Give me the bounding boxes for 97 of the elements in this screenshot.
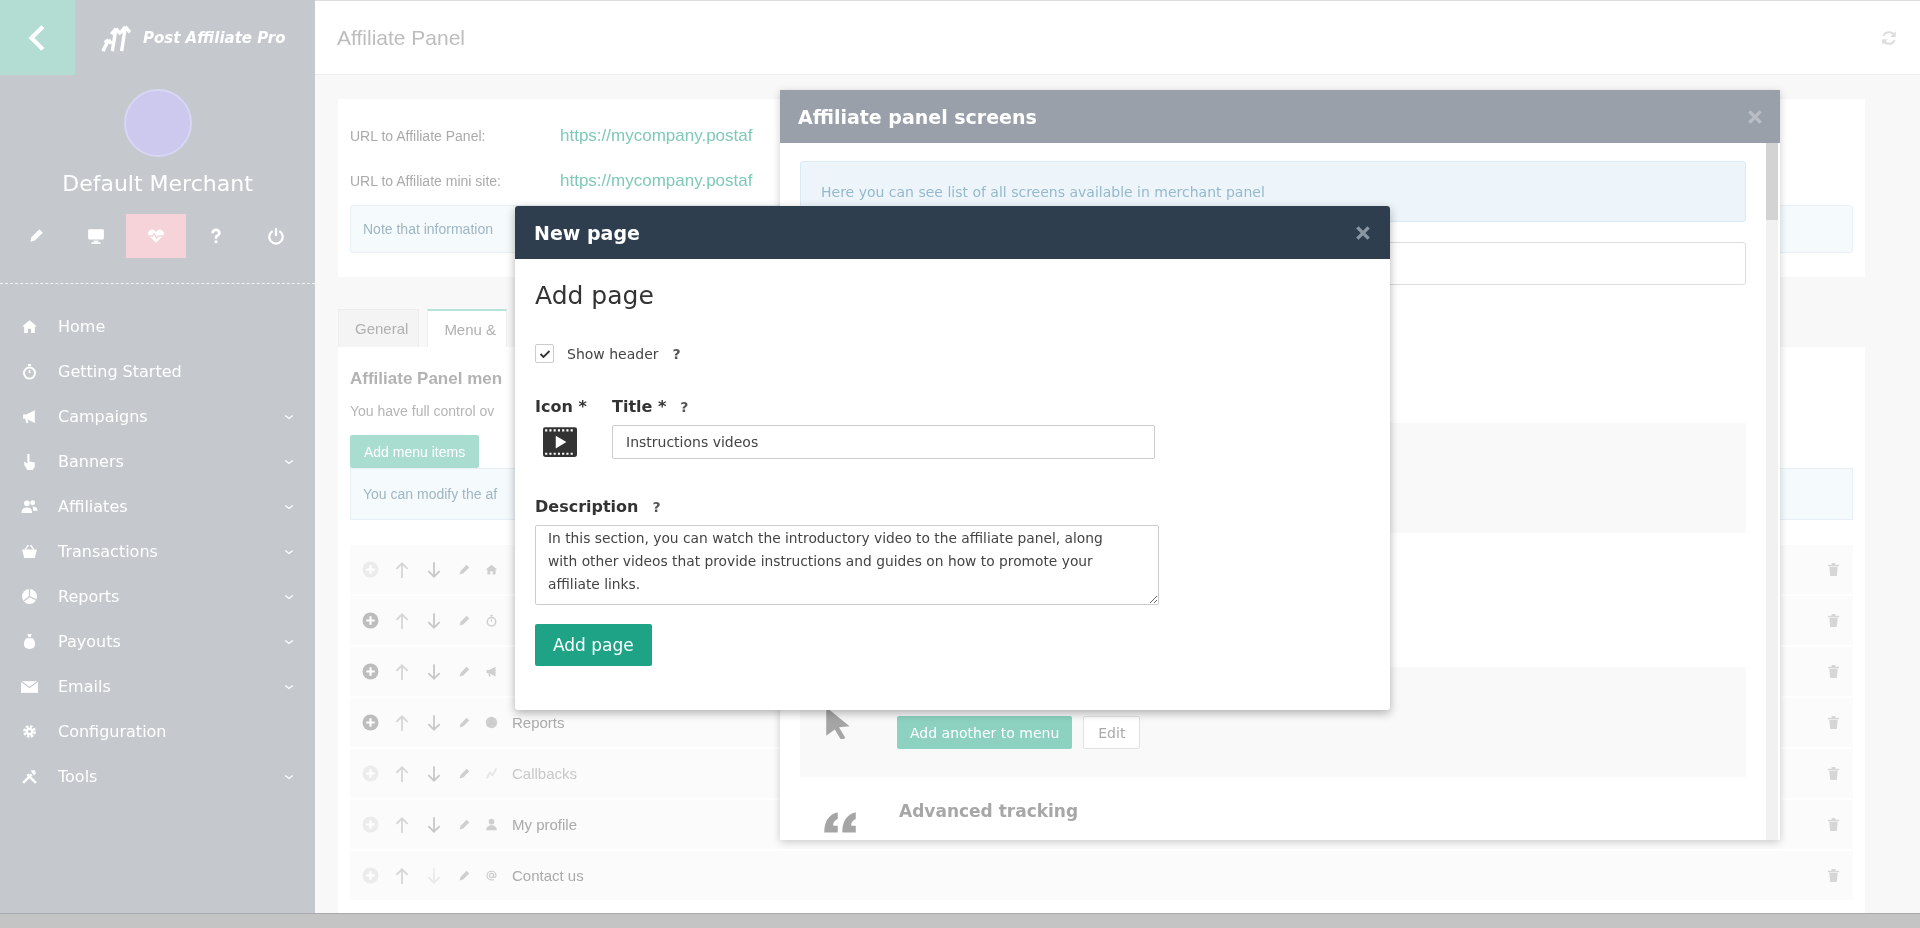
brand-name: Post Affiliate Pro [143, 28, 286, 47]
trash-icon[interactable] [1826, 613, 1841, 628]
up-arrow-icon[interactable] [393, 611, 411, 630]
user-name: Default Merchant [61, 171, 254, 196]
description-textarea[interactable]: In this section, you can watch the introductory video to the affiliate panel, along with other videos that provide instructions and guides on how to promote your affiliate links. [535, 525, 1159, 605]
url-link[interactable]: https://mycompany.postaf [560, 170, 753, 191]
dialog-title: Affiliate panel screens [798, 105, 1037, 128]
settings-icon [21, 723, 38, 740]
up-arrow-icon[interactable] [393, 713, 411, 732]
sidebar-item[interactable]: Tools [0, 754, 315, 799]
sidebar-item[interactable]: Configuration [0, 709, 315, 754]
menu-row-label: Contact us [512, 867, 584, 884]
trash-icon[interactable] [1826, 664, 1841, 679]
edit-icon[interactable] [457, 817, 471, 832]
edit-icon[interactable] [457, 613, 471, 628]
sidebar-item[interactable]: Reports [0, 574, 315, 619]
down-arrow-icon[interactable] [425, 713, 443, 732]
sidebar-item[interactable]: Affiliates [0, 484, 315, 529]
url-link[interactable]: https://mycompany.postaf [560, 125, 753, 146]
add-icon[interactable] [362, 663, 379, 680]
stopwatch-icon [21, 363, 38, 380]
money-bag-icon [21, 633, 38, 650]
sidebar-item[interactable]: Payouts [0, 619, 315, 664]
heartbeat-button[interactable] [126, 214, 186, 258]
tab[interactable]: Menu & [427, 309, 508, 347]
add-icon[interactable] [362, 612, 379, 629]
edit-icon [27, 227, 45, 245]
field-label: URL to Affiliate Panel: [350, 127, 487, 144]
sidebar-item[interactable]: Getting Started [0, 349, 315, 394]
vertical-scrollbar[interactable] [1766, 143, 1778, 840]
edit-icon[interactable] [457, 868, 471, 883]
tools-icon [21, 768, 38, 785]
close-icon[interactable] [1354, 223, 1372, 242]
dialog-title: New page [534, 221, 640, 244]
add-menu-items-button[interactable]: Add menu items [350, 435, 480, 468]
up-arrow-icon[interactable] [393, 662, 411, 681]
horizontal-scrollbar[interactable] [0, 913, 1920, 928]
section-heading: Affiliate Panel men [350, 369, 503, 389]
down-arrow-icon[interactable] [425, 662, 443, 681]
trash-icon[interactable] [1826, 766, 1841, 781]
pointing-hand-icon [21, 453, 38, 470]
sidebar-item[interactable]: Banners [0, 439, 315, 484]
sidebar-item[interactable]: Transactions [0, 529, 315, 574]
info-text: Here you can see list of all screens available in merchant panel [821, 183, 1265, 200]
section-description: You have full control ov [350, 403, 495, 419]
trash-icon[interactable] [1826, 868, 1841, 883]
down-arrow-icon[interactable] [425, 815, 443, 834]
down-arrow-icon[interactable] [425, 560, 443, 579]
envelope-icon [21, 678, 38, 695]
back-button[interactable] [0, 0, 75, 75]
checkbox-label: Show header [567, 345, 659, 362]
field-label: Description [535, 497, 639, 516]
add-page-button[interactable]: Add page [535, 624, 652, 666]
power-icon [267, 227, 285, 245]
trash-icon[interactable] [1826, 715, 1841, 730]
field-label: Title * [612, 397, 667, 416]
trash-icon[interactable] [1826, 562, 1841, 577]
tab[interactable]: General [338, 309, 420, 347]
refresh-icon[interactable] [1880, 28, 1898, 47]
basket-icon [21, 543, 38, 560]
up-arrow-icon[interactable] [393, 815, 411, 834]
field-label: URL to Affiliate mini site: [350, 172, 502, 189]
sidebar-item[interactable]: Campaigns [0, 394, 315, 439]
edit-icon[interactable] [457, 664, 471, 679]
note-text: Note that information [363, 221, 493, 237]
field-label: Icon * [535, 397, 588, 416]
page-title: Affiliate Panel [337, 25, 466, 50]
sidebar-item[interactable]: Home [0, 304, 315, 349]
down-arrow-icon[interactable] [425, 611, 443, 630]
up-arrow-icon[interactable] [393, 560, 411, 579]
help-icon[interactable]: ? [680, 398, 689, 415]
edit-button[interactable]: Edit [1083, 716, 1141, 749]
info-text: You can modify the af [363, 486, 498, 502]
home-icon [21, 318, 38, 335]
show-header-checkbox[interactable] [535, 344, 554, 363]
form-heading: Add page [535, 281, 655, 310]
add-icon[interactable] [362, 714, 379, 731]
edit-icon[interactable] [457, 715, 471, 730]
edit-icon[interactable] [457, 766, 471, 781]
edit-icon[interactable] [457, 562, 471, 577]
film-play-icon[interactable] [543, 425, 577, 459]
sidebar-item[interactable]: Emails [0, 664, 315, 709]
heartbeat-icon [147, 227, 165, 245]
title-input[interactable]: Instructions videos [612, 425, 1155, 459]
up-arrow-icon[interactable] [393, 764, 411, 783]
up-arrow-icon[interactable] [393, 866, 411, 885]
monitor-icon [87, 227, 105, 245]
add-to-menu-button[interactable]: Add another to menu [897, 716, 1073, 749]
screen-heading: Advanced tracking [899, 801, 1079, 821]
users-icon [21, 498, 38, 515]
help-icon[interactable]: ? [672, 345, 681, 362]
pie-chart-icon [21, 588, 38, 605]
help-icon[interactable]: ? [652, 498, 661, 515]
menu-row-label: Reports [512, 714, 565, 731]
trash-icon[interactable] [1826, 817, 1841, 832]
menu-row-label: My profile [512, 816, 578, 833]
megaphone-icon [21, 408, 38, 425]
